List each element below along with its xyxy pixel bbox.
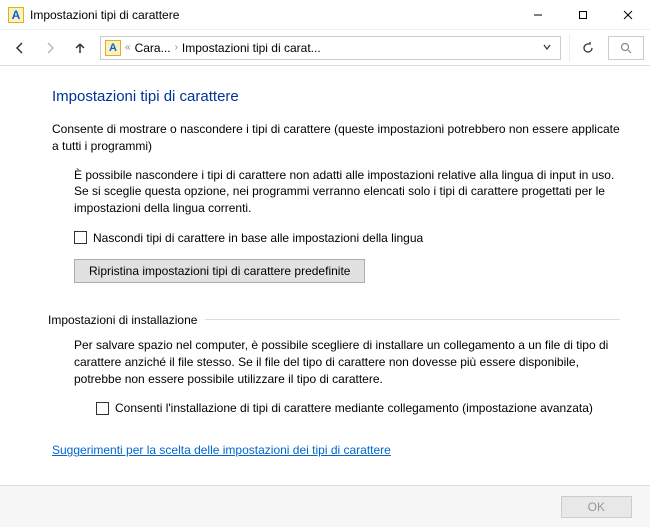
- minimize-button[interactable]: [515, 0, 560, 30]
- content-area: Impostazioni tipi di carattere Consente …: [0, 66, 650, 457]
- close-button[interactable]: [605, 0, 650, 30]
- checkbox-icon[interactable]: [74, 231, 87, 244]
- install-desc: Per salvare spazio nel computer, è possi…: [74, 337, 620, 387]
- maximize-button[interactable]: [560, 0, 605, 30]
- refresh-button[interactable]: [574, 34, 602, 62]
- search-input[interactable]: [608, 36, 644, 60]
- window-controls: [515, 0, 650, 30]
- page-title: Impostazioni tipi di carattere: [52, 88, 620, 105]
- up-button[interactable]: [66, 34, 94, 62]
- breadcrumb-seg-2[interactable]: Impostazioni tipi di carat...: [182, 41, 321, 55]
- back-button[interactable]: [6, 34, 34, 62]
- navbar: A « Cara... › Impostazioni tipi di carat…: [0, 30, 650, 66]
- font-folder-icon: A: [105, 40, 121, 56]
- hide-fonts-checkbox-label: Nascondi tipi di carattere in base alle …: [93, 231, 423, 245]
- shortcut-checkbox-label: Consenti l'installazione di tipi di cara…: [115, 401, 593, 415]
- window-title: Impostazioni tipi di carattere: [30, 8, 515, 22]
- separator: [569, 34, 570, 62]
- hide-fonts-desc: È possibile nascondere i tipi di caratte…: [74, 167, 620, 217]
- intro-text: Consente di mostrare o nascondere i tipi…: [52, 121, 620, 155]
- section-divider: [205, 319, 620, 320]
- chevron-right-icon: ›: [175, 42, 178, 53]
- forward-button[interactable]: [36, 34, 64, 62]
- install-header-label: Impostazioni di installazione: [48, 313, 197, 327]
- address-bar[interactable]: A « Cara... › Impostazioni tipi di carat…: [100, 36, 561, 60]
- breadcrumb-seg-1[interactable]: Cara...: [135, 41, 171, 55]
- bottom-bar: OK: [0, 485, 650, 527]
- app-icon: A: [8, 7, 24, 23]
- address-dropdown-icon[interactable]: [538, 41, 556, 55]
- install-section-header: Impostazioni di installazione: [48, 313, 620, 327]
- ok-button[interactable]: OK: [561, 496, 632, 518]
- checkbox-icon[interactable]: [96, 402, 109, 415]
- hide-fonts-checkbox-row[interactable]: Nascondi tipi di carattere in base alle …: [74, 231, 620, 245]
- breadcrumb-sep-icon: «: [125, 42, 131, 53]
- help-link[interactable]: Suggerimenti per la scelta delle imposta…: [52, 443, 391, 457]
- titlebar: A Impostazioni tipi di carattere: [0, 0, 650, 30]
- shortcut-checkbox-row[interactable]: Consenti l'installazione di tipi di cara…: [96, 401, 620, 415]
- restore-defaults-button[interactable]: Ripristina impostazioni tipi di caratter…: [74, 259, 365, 283]
